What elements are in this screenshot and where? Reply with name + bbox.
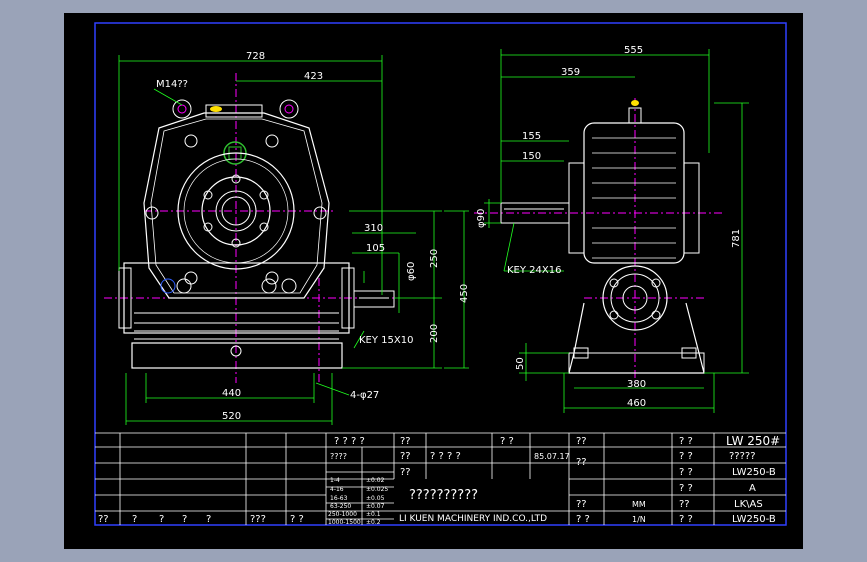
unit: MM [632,500,646,509]
tol-5-val: ±0.1 [366,511,381,518]
drawing-canvas: 728 423 M14?? 310 105 φ60 250 200 450 KE… [64,13,803,549]
tb-label-2: ?? [400,436,411,447]
dim-150: 150 [522,151,541,162]
scale: 1/N [632,515,646,524]
tb-mid-2: ?? [576,457,587,468]
bl-7: ? ? [290,514,304,525]
tb-right-6: ? ? [576,514,590,525]
drawing-no-2: LW250-B [732,514,776,525]
bl-6: ??? [250,514,266,525]
tol-2-range: 4-16 [330,486,344,493]
dim-440: 440 [222,388,241,399]
tb-right-1: ? ? [679,451,693,462]
bl-2: ? [132,514,137,525]
tol-4-val: ±0.07 [366,503,385,510]
tol-3-range: 16-63 [330,495,348,502]
tol-2-val: ±0.025 [366,486,388,493]
dim-250: 250 [429,249,440,268]
dim-781: 781 [731,229,742,248]
side-view: 555 359 155 150 φ90 KEY 24X16 781 50 380… [474,45,749,413]
tb-date: 85.07.17 [534,452,570,461]
drawing-name: ?????????? [409,488,478,503]
tol-1-range: 1-4 [330,477,340,484]
front-view: 728 423 M14?? 310 105 φ60 250 200 450 KE… [104,51,470,425]
dim-380: 380 [627,379,646,390]
bl-1: ?? [98,514,109,525]
model-number: LW 250# [726,434,780,448]
dim-phi90: φ90 [476,209,487,228]
tol-5-range: 250-1000 [328,511,357,518]
dim-105: 105 [366,243,385,254]
tb-row2-b: ????? [729,451,756,462]
thread-label: M14?? [156,79,188,90]
bl-4: ? [182,514,187,525]
tb-sign-marks: ? ? ? ? [430,451,461,462]
tb-right-5: ?? [679,499,690,510]
tol-6-val: ±0.2 [366,519,381,526]
dim-310: 310 [364,223,383,234]
dim-359: 359 [561,67,580,78]
tol-4-range: 63-250 [330,503,351,510]
dim-520: 520 [222,411,241,422]
material: LK\AS [734,499,763,510]
key-24x16: KEY 24X16 [507,265,561,276]
tol-3-val: ±0.05 [366,495,385,502]
dim-728: 728 [246,51,265,62]
revision: A [749,483,756,494]
cad-drawing: 728 423 M14?? 310 105 φ60 250 200 450 KE… [94,22,787,526]
holes-4-phi27: 4-φ27 [350,390,379,401]
tb-right-4: ?? [576,499,587,510]
dim-423: 423 [304,71,323,82]
tb-label-3: ? ? [500,436,514,447]
tb-mid-3: ?? [400,467,411,478]
tb-row2-a: ???? [330,452,347,461]
tb-mid-1: ?? [400,451,411,462]
tol-6-range: 1000-1500 [328,519,361,526]
drawing-border [94,22,787,526]
dim-460: 460 [627,398,646,409]
dim-200: 200 [429,324,440,343]
dim-phi60: φ60 [406,262,417,281]
tb-right-7: ? ? [679,514,693,525]
dim-155: 155 [522,131,541,142]
bl-5: ? [206,514,211,525]
title-block-text: ? ? ? ? ?? ? ? ?? ? ? LW 250# ???? ?? ? … [98,434,780,526]
tol-1-val: ±0.02 [366,477,385,484]
tb-label-4: ?? [576,436,587,447]
company-name: LI KUEN MACHINERY IND.CO.,LTD [399,514,547,524]
dim-555: 555 [624,45,643,56]
key-15x10: KEY 15X10 [359,335,413,346]
tb-label-1: ? ? ? ? [334,436,365,447]
tb-label-5: ? ? [679,436,693,447]
bl-3: ? [159,514,164,525]
dim-50: 50 [515,357,526,370]
drawing-no-1: LW250-B [732,467,776,478]
tb-right-2: ? ? [679,467,693,478]
dim-450: 450 [459,284,470,303]
tb-right-3: ? ? [679,483,693,494]
